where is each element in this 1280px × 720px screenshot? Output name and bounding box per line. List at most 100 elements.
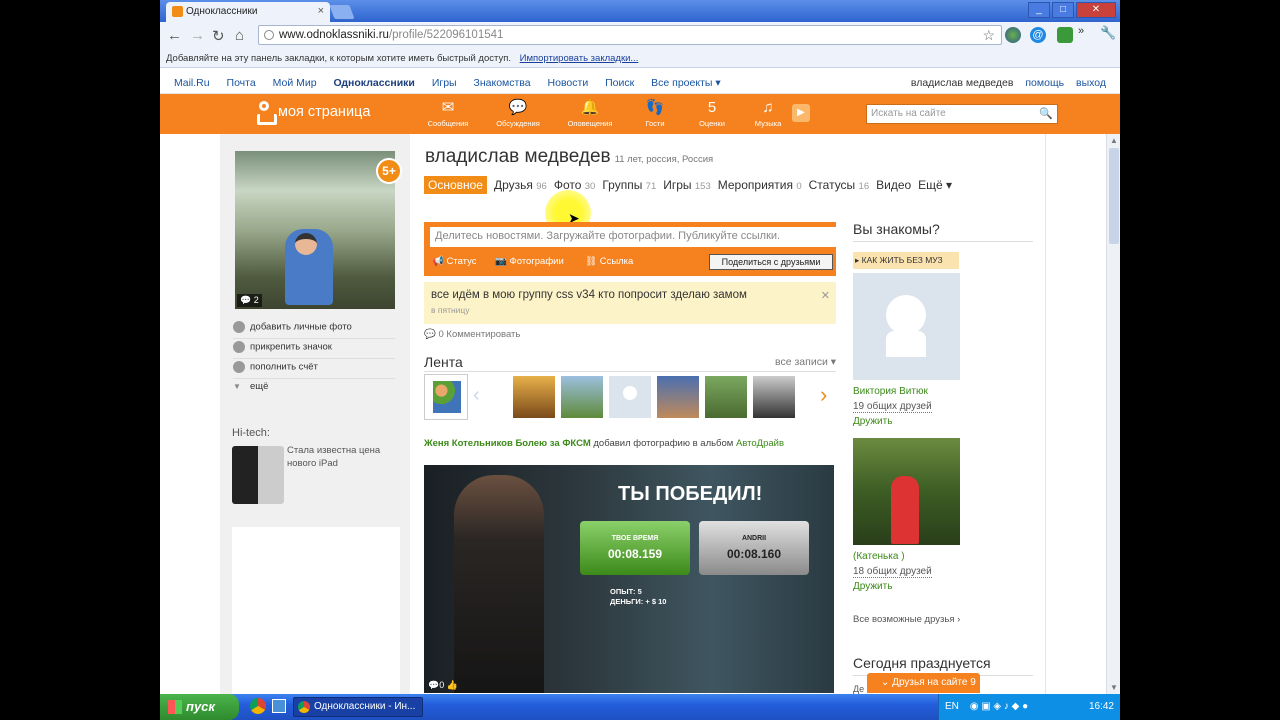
feed-thumb-all-friends[interactable] — [424, 374, 468, 420]
feed-thumb[interactable] — [657, 376, 699, 418]
start-button[interactable]: пуск — [160, 694, 239, 720]
nav-guests[interactable]: 👣 Гости — [625, 99, 685, 128]
strip-prev-arrow-icon[interactable]: ‹ — [473, 384, 480, 407]
url-host: www.odnoklassniki.ru — [279, 29, 389, 41]
nav-ratings[interactable]: 5 Оценки — [682, 99, 742, 128]
reload-icon[interactable]: ↻ — [212, 27, 225, 45]
nav-messages[interactable]: ✉ Сообщения — [418, 99, 478, 128]
music-tag[interactable]: ▸ КАК ЖИТЬ БЕЗ МУЗ — [853, 252, 959, 269]
portal-link-all-projects[interactable]: Все проекты ▾ — [651, 77, 720, 89]
share-input[interactable]: Делитесь новостями. Загружайте фотографи… — [430, 227, 836, 247]
green-extension-icon[interactable] — [1057, 27, 1073, 43]
nav-notifications[interactable]: 🔔 Оповещения — [560, 99, 620, 128]
portal-link-mail[interactable]: Почта — [227, 77, 256, 89]
ipad-ad-image[interactable] — [232, 446, 284, 504]
minimize-button[interactable]: _ — [1028, 2, 1050, 18]
tab-events[interactable]: Мероприятия 0 — [718, 176, 802, 194]
share-photos-button[interactable]: 📷 Фотографии — [495, 256, 564, 267]
tab-groups[interactable]: Группы 71 — [602, 176, 656, 194]
bookmark-star-icon[interactable]: ☆ — [982, 27, 995, 44]
friends-online-button[interactable]: ⌄ Друзья на сайте 9 — [867, 673, 980, 693]
feed-photo-comments[interactable]: 0 — [439, 680, 444, 690]
chrome-quicklaunch-icon[interactable] — [250, 698, 266, 714]
friend-suggestion-name[interactable]: (Катенька ) — [853, 551, 905, 562]
my-page-logo[interactable]: моя страница — [256, 101, 370, 123]
all-possible-friends-link[interactable]: Все возможные друзья › — [853, 614, 960, 625]
friend-suggestion-name[interactable]: Виктория Витюк — [853, 386, 928, 397]
clock[interactable]: 16:42 — [1089, 701, 1114, 712]
search-icon[interactable]: 🔍 — [1039, 107, 1053, 120]
tab-video[interactable]: Видео — [876, 176, 911, 194]
play-music-icon[interactable]: ▶ — [792, 104, 810, 122]
add-friend-link[interactable]: Дружить — [853, 581, 892, 592]
portal-link-mailru[interactable]: Mail.Ru — [174, 77, 210, 89]
feed-thumb[interactable] — [513, 376, 555, 418]
share-with-friends-button[interactable]: Поделиться с друзьями — [709, 254, 833, 270]
scrollbar-thumb[interactable] — [1109, 148, 1119, 244]
portal-link-games[interactable]: Игры — [432, 77, 457, 89]
portal-username[interactable]: владислав медведев — [911, 77, 1014, 89]
attach-badge-link[interactable]: прикрепить значок — [233, 341, 395, 359]
forward-arrow-icon[interactable]: → — [190, 27, 205, 44]
language-indicator[interactable]: EN — [945, 701, 959, 712]
portal-link-search[interactable]: Поиск — [605, 77, 634, 89]
ad-text[interactable]: Стала известна цена нового iPad — [287, 444, 397, 470]
scroll-down-icon[interactable]: ▼ — [1110, 683, 1118, 692]
share-status-button[interactable]: 📢 Статус — [432, 256, 477, 267]
strip-next-arrow-icon[interactable]: › — [820, 382, 827, 408]
portal-link-dating[interactable]: Знакомства — [474, 77, 531, 89]
friend-mutual-count[interactable]: 18 общих друзей — [853, 566, 932, 578]
friend-suggestion-photo[interactable] — [853, 438, 960, 545]
nav-discussions[interactable]: 💬 Обсуждения — [488, 99, 548, 128]
friend-suggestion-photo[interactable] — [853, 273, 960, 380]
import-bookmarks-link[interactable]: Импортировать закладки... — [520, 53, 639, 64]
tab-close-icon[interactable]: × — [318, 5, 324, 17]
tab-friends[interactable]: Друзья 96 — [494, 176, 547, 194]
show-desktop-icon[interactable] — [272, 699, 286, 713]
wrench-menu-icon[interactable]: 🔧 — [1100, 25, 1116, 41]
all-records-dropdown[interactable]: все записи ▾ — [775, 356, 836, 368]
more-link[interactable]: ▼ ещё — [233, 381, 395, 397]
tab-main[interactable]: Основное — [424, 176, 487, 194]
add-friend-link[interactable]: Дружить — [853, 416, 892, 427]
at-sign-extension-icon[interactable]: @ — [1030, 27, 1046, 43]
like-icon[interactable]: 👍 — [447, 680, 458, 690]
maximize-button[interactable]: □ — [1052, 2, 1074, 18]
scroll-up-icon[interactable]: ▲ — [1110, 136, 1118, 145]
feed-album-link[interactable]: АвтоДрайв — [736, 438, 784, 449]
feed-thumb[interactable] — [753, 376, 795, 418]
feed-thumb-placeholder[interactable] — [609, 376, 651, 418]
comment-link[interactable]: 💬 0 Комментировать — [424, 329, 520, 340]
site-search-input[interactable]: Искать на сайте 🔍 — [866, 104, 1058, 124]
more-extensions-icon[interactable]: » — [1078, 25, 1094, 41]
back-arrow-icon[interactable]: ← — [167, 27, 182, 44]
feed-thumb[interactable] — [705, 376, 747, 418]
close-window-button[interactable]: ✕ — [1076, 2, 1116, 18]
address-bar[interactable]: www.odnoklassniki.ru/profile/52209610154… — [258, 25, 1002, 45]
portal-link-news[interactable]: Новости — [548, 77, 589, 89]
home-icon[interactable]: ⌂ — [235, 27, 244, 44]
feed-author[interactable]: Женя Котельников Болею за ФКСМ — [424, 438, 591, 449]
top-up-balance-link[interactable]: пополнить счёт — [233, 361, 395, 379]
page-scrollbar[interactable]: ▲ ▼ — [1106, 134, 1120, 694]
share-link-button[interactable]: ⛓ Ссылка — [585, 256, 633, 267]
portal-link-odnoklassniki[interactable]: Одноклассники — [333, 77, 414, 89]
taskbar-task-chrome[interactable]: Одноклассники - Ин... — [293, 697, 423, 717]
feed-photo[interactable]: ТЫ ПОБЕДИЛ! ТВОЕ ВРЕМЯ 00:08.159 ANDRII … — [424, 465, 834, 693]
feed-thumb[interactable] — [561, 376, 603, 418]
logout-link[interactable]: выход — [1076, 77, 1106, 89]
tab-statuses[interactable]: Статусы 16 — [809, 176, 869, 194]
friend-mutual-count[interactable]: 19 общих друзей — [853, 401, 932, 413]
tab-more[interactable]: Ещё ▾ — [918, 176, 952, 194]
globe-extension-icon[interactable] — [1005, 27, 1021, 43]
profile-photo[interactable]: 💬 2 — [235, 151, 395, 309]
five-plus-badge-icon[interactable]: 5+ — [376, 158, 402, 184]
close-status-icon[interactable]: ✕ — [821, 289, 830, 302]
browser-tab[interactable]: Одноклассники × — [166, 2, 330, 22]
help-link[interactable]: помощь — [1025, 77, 1064, 89]
tray-icons[interactable]: ◉ ▣ ◈ ♪ ◆ ● — [970, 701, 1029, 712]
tab-games[interactable]: Игры 153 — [663, 176, 711, 194]
nav-music[interactable]: ♫ Музыка — [738, 99, 798, 128]
portal-link-my-world[interactable]: Мой Мир — [273, 77, 317, 89]
add-photos-link[interactable]: добавить личные фото — [233, 321, 395, 339]
